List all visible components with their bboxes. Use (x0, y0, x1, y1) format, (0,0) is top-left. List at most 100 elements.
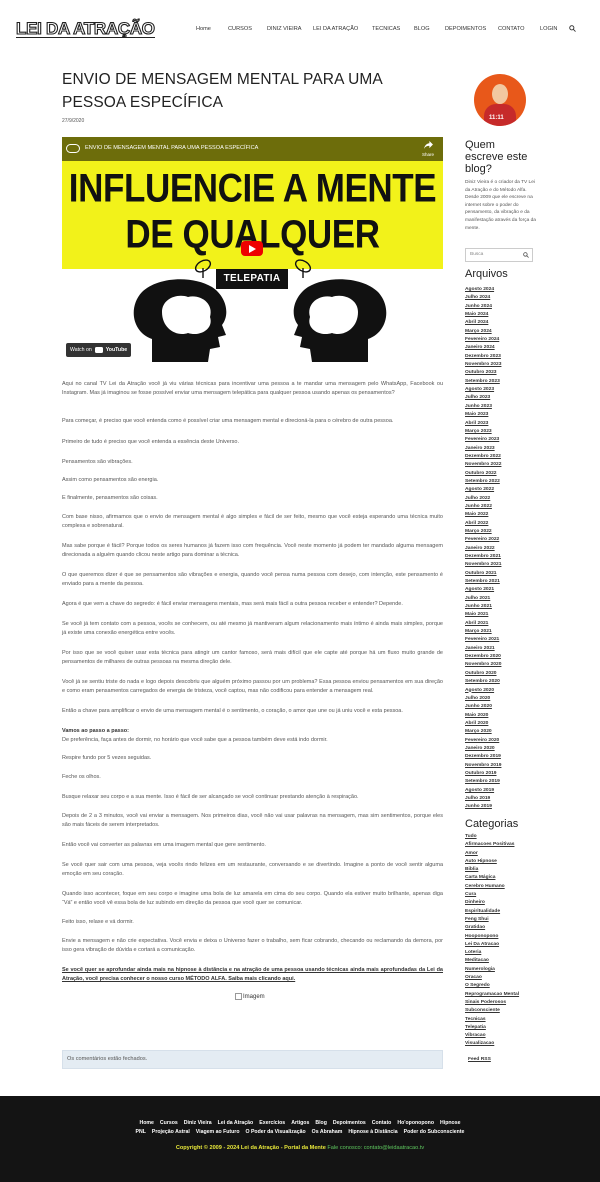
archive-link[interactable]: Agosto 2021 (465, 586, 535, 594)
archive-link[interactable]: Fevereiro 2024 (465, 336, 535, 344)
archive-link[interactable]: Novembro 2022 (465, 461, 535, 469)
footer-nav-link[interactable]: Hipnose (440, 1120, 460, 1126)
nav-diniz-vieira[interactable]: DINIZ VIEIRA (267, 25, 302, 33)
category-link[interactable]: Amor (465, 850, 535, 858)
category-link[interactable]: Dinheiro (465, 899, 535, 907)
category-link[interactable]: Espiritualidade (465, 908, 535, 916)
category-link[interactable]: Subconsciente (465, 1007, 535, 1015)
archive-link[interactable]: Julho 2020 (465, 695, 535, 703)
archive-link[interactable]: Setembro 2020 (465, 678, 535, 686)
footer-nav-link[interactable]: O Poder da Visualização (246, 1129, 306, 1135)
archive-link[interactable]: Agosto 2019 (465, 787, 535, 795)
footer-nav-link[interactable]: Contato (372, 1120, 392, 1126)
archive-link[interactable]: Maio 2023 (465, 411, 535, 419)
category-link[interactable]: Auto Hipnose (465, 858, 535, 866)
nav-lei-da-atracao[interactable]: LEI DA ATRAÇÃO (313, 25, 358, 33)
category-link[interactable]: Sinais Poderosos (465, 999, 535, 1007)
category-link[interactable]: Hooponopono (465, 933, 535, 941)
channel-logo-icon[interactable] (66, 144, 80, 153)
category-link[interactable]: Telepatia (465, 1024, 535, 1032)
archive-link[interactable]: Dezembro 2021 (465, 553, 535, 561)
archive-link[interactable]: Setembro 2021 (465, 578, 535, 586)
archive-link[interactable]: Janeiro 2022 (465, 545, 535, 553)
nav-home[interactable]: Home (196, 25, 211, 33)
category-link[interactable]: Reprogramacao Mental (465, 991, 535, 999)
archive-link[interactable]: Outubro 2023 (465, 369, 535, 377)
archive-link[interactable]: Fevereiro 2023 (465, 436, 535, 444)
footer-nav-link[interactable]: Exercícios (259, 1120, 285, 1126)
footer-nav-link[interactable]: Artigos (291, 1120, 309, 1126)
archive-link[interactable]: Agosto 2024 (465, 286, 535, 294)
category-link[interactable]: Lei Da Atracao (465, 941, 535, 949)
footer-nav-link[interactable]: Ho'oponopono (397, 1120, 434, 1126)
archive-link[interactable]: Dezembro 2020 (465, 653, 535, 661)
archive-link[interactable]: Outubro 2021 (465, 570, 535, 578)
archive-link[interactable]: Março 2022 (465, 528, 535, 536)
category-link[interactable]: Cura (465, 891, 535, 899)
category-link[interactable]: O Segredo (465, 982, 535, 990)
footer-nav-link[interactable]: PNL (136, 1129, 146, 1135)
nav-tecnicas[interactable]: TECNICAS (372, 25, 400, 33)
video-share-button[interactable]: Share (421, 141, 435, 159)
archive-link[interactable]: Junho 2024 (465, 303, 535, 311)
video-title-overlay[interactable]: ENVIO DE MENSAGEM MENTAL PARA UMA PESSOA… (85, 144, 258, 152)
archive-link[interactable]: Novembro 2020 (465, 661, 535, 669)
footer-nav-link[interactable]: Viagem ao Futuro (196, 1129, 240, 1135)
archive-link[interactable]: Junho 2023 (465, 403, 535, 411)
category-link[interactable]: Oracao (465, 974, 535, 982)
archive-link[interactable]: Janeiro 2021 (465, 645, 535, 653)
archive-link[interactable]: Junho 2020 (465, 703, 535, 711)
nav-contato[interactable]: CONTATO (498, 25, 524, 33)
category-link[interactable]: Cerebro Humano (465, 883, 535, 891)
feed-rss-link[interactable]: Feed RSS (468, 1056, 491, 1063)
category-link[interactable]: Visualizacao (465, 1040, 535, 1048)
archive-link[interactable]: Dezembro 2023 (465, 353, 535, 361)
archive-link[interactable]: Julho 2022 (465, 495, 535, 503)
archive-link[interactable]: Novembro 2021 (465, 561, 535, 569)
footer-nav-link[interactable]: Diniz Vieira (184, 1120, 212, 1126)
footer-nav-link[interactable]: Cursos (160, 1120, 178, 1126)
category-link[interactable]: Afirmacoes Positivas (465, 841, 535, 849)
footer-nav-link[interactable]: Blog (315, 1120, 327, 1126)
play-button[interactable] (241, 241, 263, 256)
archive-link[interactable]: Setembro 2019 (465, 778, 535, 786)
archive-link[interactable]: Março 2020 (465, 728, 535, 736)
search-icon[interactable] (523, 252, 529, 258)
archive-link[interactable]: Julho 2021 (465, 595, 535, 603)
archive-link[interactable]: Julho 2024 (465, 294, 535, 302)
footer-nav-link[interactable]: Os Abraham (312, 1129, 343, 1135)
category-link[interactable]: Biblia (465, 866, 535, 874)
category-link[interactable]: Tudo (465, 833, 535, 841)
video-embed[interactable]: INFLUENCIE A MENTE DE QUALQUER PESSOA TE… (62, 137, 443, 362)
course-link[interactable]: Se você quer se aprofundar ainda mais na… (62, 966, 443, 984)
archive-link[interactable]: Junho 2021 (465, 603, 535, 611)
archive-link[interactable]: Abril 2021 (465, 620, 535, 628)
archive-link[interactable]: Abril 2022 (465, 520, 535, 528)
archive-link[interactable]: Janeiro 2020 (465, 745, 535, 753)
archive-link[interactable]: Julho 2023 (465, 394, 535, 402)
category-link[interactable]: Vibracao (465, 1032, 535, 1040)
archive-link[interactable]: Outubro 2019 (465, 770, 535, 778)
footer-nav-link[interactable]: Lei da Atração (218, 1120, 254, 1126)
nav-depoimentos[interactable]: DEPOIMENTOS (445, 25, 486, 33)
category-link[interactable]: Meditacao (465, 957, 535, 965)
archive-link[interactable]: Junho 2019 (465, 803, 535, 811)
nav-login[interactable]: LOGIN (540, 25, 557, 33)
archive-link[interactable]: Abril 2023 (465, 420, 535, 428)
archive-link[interactable]: Novembro 2023 (465, 361, 535, 369)
archive-link[interactable]: Março 2021 (465, 628, 535, 636)
category-link[interactable]: Tecnicas (465, 1016, 535, 1024)
archive-link[interactable]: Maio 2021 (465, 611, 535, 619)
archive-link[interactable]: Junho 2022 (465, 503, 535, 511)
footer-nav-link[interactable]: Hipnose à Distância (348, 1129, 397, 1135)
footer-nav-link[interactable]: Projeção Astral (152, 1129, 190, 1135)
category-link[interactable]: Numerologia (465, 966, 535, 974)
category-link[interactable]: Carta Mágica (465, 874, 535, 882)
archive-link[interactable]: Maio 2020 (465, 712, 535, 720)
category-link[interactable]: Gratidao (465, 924, 535, 932)
sidebar-search-input[interactable]: Busca (465, 248, 533, 262)
contact-email[interactable]: Fale conosco: contato@leidaatracao.tv (326, 1145, 424, 1151)
archive-link[interactable]: Abril 2024 (465, 319, 535, 327)
archive-link[interactable]: Maio 2024 (465, 311, 535, 319)
footer-nav-link[interactable]: Poder do Subconsciente (404, 1129, 465, 1135)
